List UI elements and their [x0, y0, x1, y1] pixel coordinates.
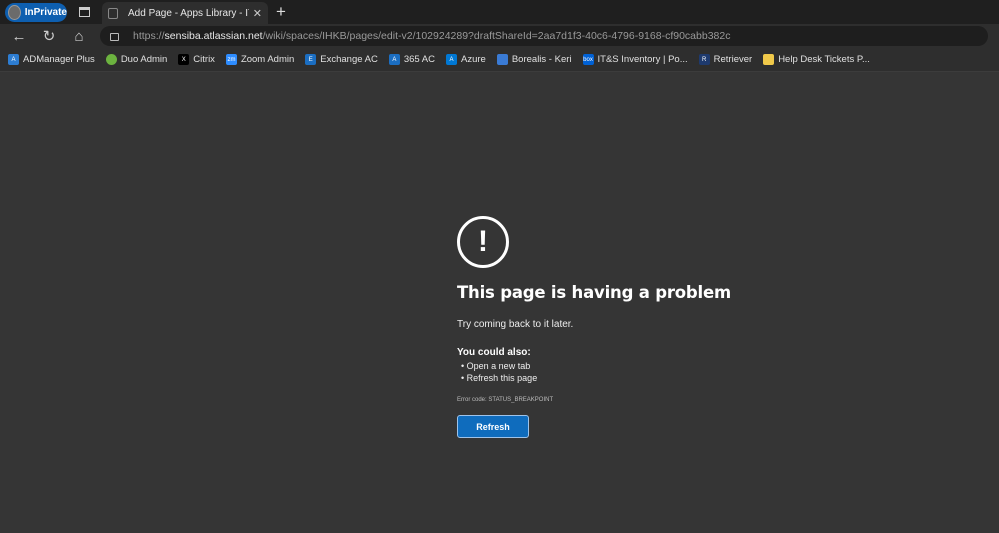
bookmark-label: Citrix: [193, 54, 215, 65]
inprivate-badge[interactable]: InPrivate: [5, 2, 67, 22]
bookmark-label: Duo Admin: [120, 54, 168, 65]
error-code: Error code: STATUS_BREAKPOINT: [457, 397, 554, 403]
new-tab-button[interactable]: +: [276, 2, 286, 22]
url-host: sensiba.atlassian.net: [164, 30, 263, 42]
tab-actions-icon[interactable]: [79, 7, 90, 17]
url-scheme: https://: [133, 30, 165, 42]
bookmark-item[interactable]: R Retriever: [698, 54, 753, 65]
suggestion-item: Open a new tab: [457, 361, 757, 373]
bookmark-icon: [496, 54, 508, 65]
toolbar: ← ↻ ⌂ https://sensiba.atlassian.net/wiki…: [0, 24, 999, 48]
address-bar[interactable]: https://sensiba.atlassian.net/wiki/space…: [100, 26, 988, 46]
suggestion-item: Refresh this page: [457, 373, 757, 385]
avatar: [8, 4, 21, 20]
bookmark-item[interactable]: box IT&S Inventory | Po...: [582, 54, 688, 65]
bookmark-item[interactable]: Duo Admin: [105, 54, 168, 65]
tab-title: Add Page - Apps Library - IT Help: [128, 7, 249, 19]
bookmark-item[interactable]: A 365 AC: [388, 54, 436, 65]
page-icon: [108, 7, 118, 19]
tab-strip: InPrivate Add Page - Apps Library - IT H…: [0, 0, 999, 24]
bookmark-icon: [763, 54, 775, 65]
bookmark-item[interactable]: Borealis - Keri: [496, 54, 572, 65]
bookmark-icon: zm: [225, 54, 237, 65]
bookmark-icon: A: [388, 54, 400, 65]
page-content: ! This page is having a problem Try comi…: [0, 72, 999, 533]
bookmark-label: IT&S Inventory | Po...: [597, 54, 688, 65]
bookmark-icon: X: [178, 54, 190, 65]
refresh-button[interactable]: Refresh: [457, 415, 529, 438]
exclamation-icon: !: [457, 216, 509, 268]
tab-active[interactable]: Add Page - Apps Library - IT Help ✕: [102, 2, 268, 24]
suggestions-list: Open a new tab Refresh this page: [457, 361, 757, 384]
error-panel: ! This page is having a problem Try comi…: [457, 216, 757, 438]
bookmark-item[interactable]: E Exchange AC: [305, 54, 378, 65]
bookmark-item[interactable]: A ADManager Plus: [8, 54, 95, 65]
bookmark-item[interactable]: Help Desk Tickets P...: [763, 54, 870, 65]
lock-icon[interactable]: [110, 33, 119, 41]
bookmark-label: ADManager Plus: [23, 54, 95, 65]
bookmark-label: Help Desk Tickets P...: [778, 54, 870, 65]
bookmark-item[interactable]: A Azure: [446, 54, 486, 65]
bookmarks-bar: A ADManager Plus Duo Admin X Citrix zm Zoom Ad…: [0, 48, 999, 72]
error-subtitle: Try coming back to it later.: [457, 319, 574, 330]
bookmark-item[interactable]: zm Zoom Admin: [225, 54, 295, 65]
bookmark-icon: R: [698, 54, 710, 65]
suggestions-heading: You could also:: [457, 347, 531, 358]
inprivate-label: InPrivate: [24, 6, 67, 18]
bookmark-label: Azure: [461, 54, 486, 65]
bookmark-icon: [105, 54, 117, 65]
bookmark-label: Zoom Admin: [240, 54, 295, 65]
bookmark-icon: box: [582, 54, 594, 65]
back-icon[interactable]: ←: [4, 28, 34, 45]
bookmark-label: Exchange AC: [320, 54, 378, 65]
url-path: /wiki/spaces/IHKB/pages/edit-v2/10292428…: [262, 30, 731, 42]
bookmark-icon: A: [446, 54, 458, 65]
home-icon[interactable]: ⌂: [64, 28, 94, 45]
bookmark-label: Borealis - Keri: [511, 54, 572, 65]
bookmark-label: Retriever: [713, 54, 753, 65]
error-title: This page is having a problem: [457, 283, 731, 302]
bookmark-icon: A: [8, 54, 19, 65]
bookmark-label: 365 AC: [403, 54, 436, 65]
bookmark-icon: E: [305, 54, 317, 65]
bookmark-item[interactable]: X Citrix: [178, 54, 215, 65]
refresh-icon[interactable]: ↻: [34, 27, 64, 45]
close-tab-icon[interactable]: ✕: [253, 7, 262, 20]
